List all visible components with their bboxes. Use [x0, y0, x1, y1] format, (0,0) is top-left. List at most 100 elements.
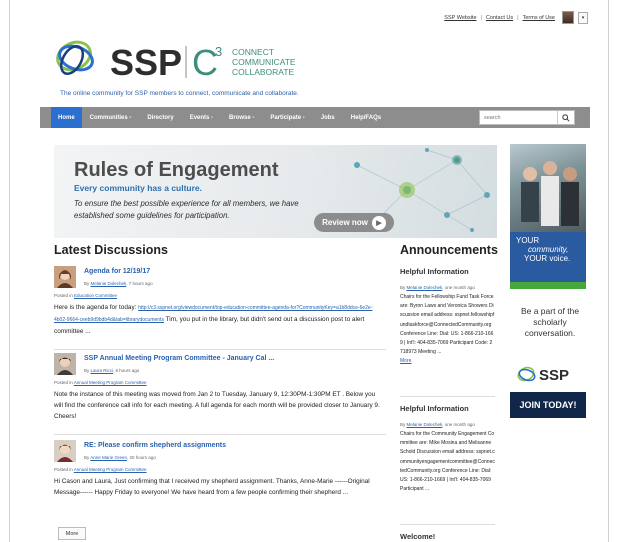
author-avatar[interactable]: [54, 353, 76, 375]
nav-communities[interactable]: Communities -: [82, 107, 140, 128]
site-logo[interactable]: SSP C 3 CONNECT COMMUNICATE COLLABORATE: [52, 34, 332, 84]
author-link[interactable]: Melanie Dolechek: [407, 422, 443, 427]
community-link[interactable]: Education Committee: [74, 293, 117, 298]
brand-c3-sup: 3: [215, 44, 222, 59]
brand-collaborate: COLLABORATE: [232, 67, 295, 77]
ssp-website-link[interactable]: SSP Website: [444, 15, 476, 21]
banner-subtitle: Every community has a culture.: [74, 183, 203, 193]
discussion-meta: By Anne Marie Green, 20 hours ago: [84, 455, 156, 460]
discussion-title[interactable]: RE: Please confirm shepherd assignments: [84, 442, 226, 449]
snippet-text-a: Hi Cason and Laura, Just confirming that…: [54, 478, 370, 496]
side-ad-accent: [510, 282, 586, 289]
post-time: , one month ago: [442, 285, 475, 290]
nav-home[interactable]: Home: [51, 107, 82, 128]
posted-prefix: Posted in: [54, 293, 75, 298]
people-photo: [510, 144, 586, 232]
announcement-body: Chairs for the Fellowship Fund Task Forc…: [400, 293, 495, 367]
post-time: , one month ago: [442, 422, 475, 427]
discussion-title[interactable]: SSP Annual Meeting Program Committee - J…: [84, 355, 274, 362]
announcement-more-link[interactable]: More: [400, 358, 411, 364]
search-icon: [562, 113, 570, 122]
community-link[interactable]: Annual Meeting Program Committee: [74, 467, 147, 472]
search-button[interactable]: [557, 111, 574, 124]
snippet-text-a: Here is the agenda for today:: [54, 304, 139, 311]
separator: |: [480, 14, 482, 21]
author-link[interactable]: Melanie Dolechek: [407, 285, 443, 290]
divider: [54, 434, 386, 435]
terms-of-use-link[interactable]: Terms of Use: [523, 15, 555, 21]
contact-us-link[interactable]: Contact Us: [486, 15, 513, 21]
banner-title: Rules of Engagement: [74, 159, 279, 181]
play-icon: ▶: [371, 215, 386, 230]
discussion-meta: By Laura Ricci, 8 hours ago: [84, 368, 139, 373]
author-avatar[interactable]: [54, 440, 76, 462]
announcement-meta: By Melanie Dolechek, one month ago: [400, 285, 495, 290]
discussion-meta: By Melanie Dolechek, 7 hours ago: [84, 281, 153, 286]
search-input[interactable]: [480, 111, 558, 124]
separator: |: [517, 14, 519, 21]
nav-browse[interactable]: Browse -: [221, 107, 262, 128]
nav-participate[interactable]: Participate -: [262, 107, 312, 128]
side-ad-line2: community,: [528, 245, 569, 254]
rules-banner[interactable]: Rules of Engagement Every community has …: [54, 145, 497, 238]
side-ad-text: YOUR community, YOUR voice.: [510, 232, 586, 282]
announcement-text: Chairs for the Community Engagement Comm…: [400, 431, 495, 493]
discussion-snippet: Hi Cason and Laura, Just confirming that…: [54, 476, 384, 498]
brand-connect: CONNECT: [232, 47, 274, 57]
announcement-meta: By Melanie Dolechek, one month ago: [400, 422, 495, 427]
banner-body: To ensure the best possible experience f…: [74, 199, 299, 220]
discussion-snippet: Here is the agenda for today: http://c3.…: [54, 302, 384, 337]
posted-prefix: Posted in: [54, 380, 74, 385]
community-link[interactable]: Annual Meeting Program Committee: [74, 380, 147, 385]
discussion-item: SSP Annual Meeting Program Committee - J…: [54, 353, 386, 431]
snippet-text-a: Note the instance of this meeting was mo…: [54, 391, 380, 420]
side-advertisement[interactable]: YOUR community, YOUR voice.: [510, 144, 586, 290]
announcement-item: Helpful Information By Melanie Dolechek,…: [400, 404, 495, 494]
be-part-text: Be a part of the scholarly conversation.: [520, 306, 580, 338]
author-link[interactable]: Anne Marie Green: [90, 455, 127, 460]
review-now-button[interactable]: Review now ▶: [314, 213, 394, 232]
posted-in: Posted in Annual Meeting Program Committ…: [54, 380, 147, 385]
chevron-down-icon[interactable]: ▾: [578, 11, 588, 24]
posted-prefix: Posted in: [54, 467, 74, 472]
discussion-snippet: Note the instance of this meeting was mo…: [54, 389, 384, 422]
announcement-text: Chairs for the Fellowship Fund Task Forc…: [400, 294, 495, 356]
author-avatar[interactable]: [54, 266, 76, 288]
brand-name: SSP: [110, 42, 182, 83]
side-ad-line1: YOUR: [516, 236, 540, 245]
discussion-title[interactable]: Agenda for 12/19/17: [84, 268, 150, 275]
ssp-small-text: SSP: [539, 367, 569, 384]
main-nav: Home Communities - Directory Events - Br…: [40, 107, 590, 128]
nav-events[interactable]: Events -: [182, 107, 221, 128]
post-time: , 8 hours ago: [113, 368, 140, 373]
announcements-heading: Announcements: [400, 243, 498, 257]
nav-help-faqs[interactable]: Help/FAQs: [343, 107, 389, 128]
welcome-heading: Welcome!: [400, 532, 436, 541]
review-now-label: Review now: [322, 218, 368, 227]
search-box: [479, 110, 575, 125]
post-time: , 20 hours ago: [127, 455, 156, 460]
more-discussions-button[interactable]: More: [58, 527, 86, 540]
tagline: The online community for SSP members to …: [60, 90, 299, 97]
announcement-title[interactable]: Helpful Information: [400, 267, 495, 276]
announcement-title[interactable]: Helpful Information: [400, 404, 495, 413]
utility-bar: SSP Website | Contact Us | Terms of Use …: [444, 11, 588, 24]
nav-jobs[interactable]: Jobs: [313, 107, 343, 128]
ssp-small-logo[interactable]: SSP: [515, 363, 583, 385]
join-today-button[interactable]: JOIN TODAY!: [510, 392, 586, 418]
user-avatar[interactable]: [562, 11, 574, 24]
nav-directory[interactable]: Directory: [139, 107, 181, 128]
post-time: , 7 hours ago: [126, 281, 153, 286]
announcement-item: Helpful Information By Melanie Dolechek,…: [400, 267, 495, 367]
side-ad-line3: YOUR voice.: [524, 254, 571, 263]
author-link[interactable]: Laura Ricci: [91, 368, 114, 373]
discussion-item: RE: Please confirm shepherd assignments …: [54, 440, 386, 518]
latest-discussions-heading: Latest Discussions: [54, 243, 168, 257]
discussion-item: Agenda for 12/19/17 By Melanie Dolechek,…: [54, 266, 386, 344]
posted-in: Posted in Education Committee: [54, 293, 117, 298]
author-link[interactable]: Melanie Dolechek: [91, 281, 127, 286]
posted-in: Posted in Annual Meeting Program Committ…: [54, 467, 147, 472]
brand-communicate: COMMUNICATE: [232, 57, 296, 67]
announcement-body: Chairs for the Community Engagement Comm…: [400, 430, 495, 494]
divider: [400, 524, 495, 525]
